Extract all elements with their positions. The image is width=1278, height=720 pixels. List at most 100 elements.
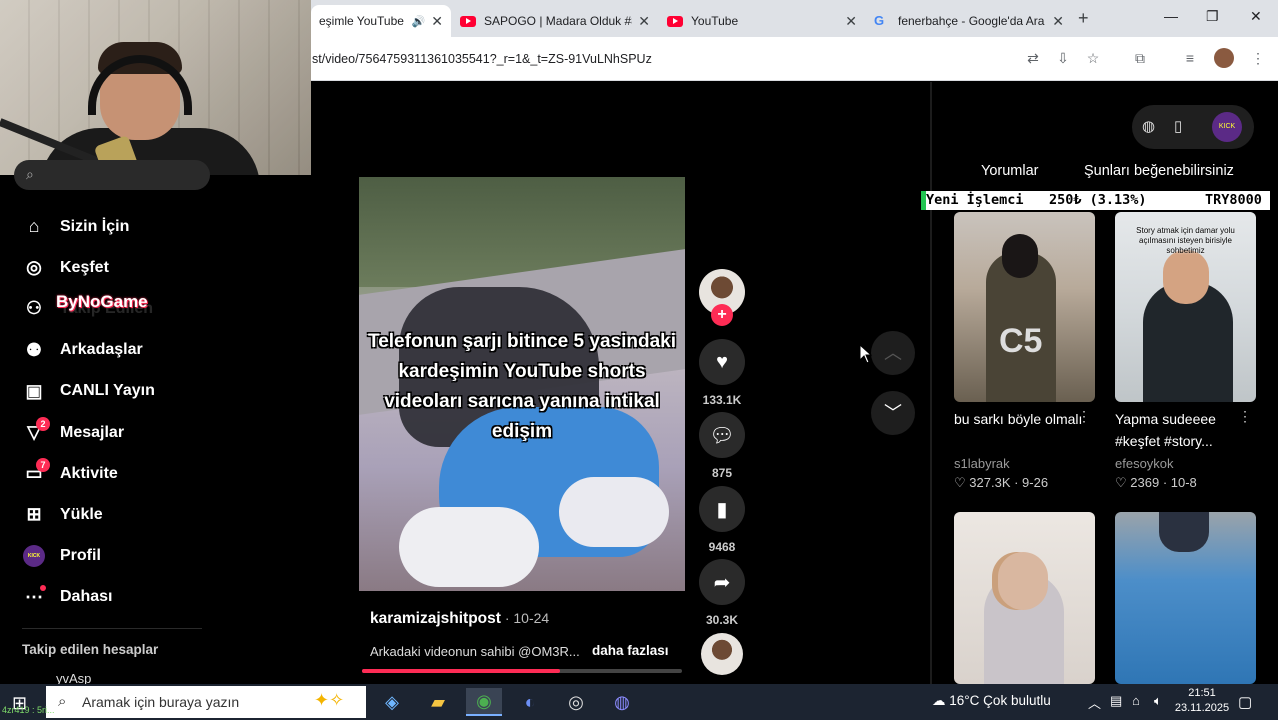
comment-action[interactable]: 💬︎ 875 (699, 412, 745, 480)
volume-icon[interactable]: 🔈︎ (1154, 693, 1162, 709)
bookmark-star-icon[interactable]: ☆ (1084, 49, 1102, 67)
notification-icon[interactable]: ▢ (1238, 693, 1252, 711)
tab-suggested[interactable]: Şunları beğenebilirsiniz (1084, 163, 1234, 179)
card-user[interactable]: efesoykok (1115, 456, 1256, 471)
file-explorer-icon[interactable]: ▰ (420, 688, 456, 716)
video-author[interactable]: karamizajshitpost · 10-24 (370, 610, 549, 628)
close-tab-icon[interactable]: ✕ (1052, 13, 1064, 30)
comment-icon[interactable]: 💬︎ (699, 412, 745, 458)
speaker-icon[interactable]: 🔊 (412, 15, 426, 28)
install-app-icon[interactable]: ⇩ (1054, 49, 1072, 67)
new-tab-icon[interactable]: + (1078, 8, 1089, 29)
following-accounts-title: Takip edilen hesaplar (22, 642, 159, 657)
save-action[interactable]: ▮ 9468 (699, 486, 745, 554)
tab-sapogo[interactable]: SAPOGO | Madara Olduk #8 ✕ (452, 5, 658, 37)
device-icon[interactable]: ▯ (1174, 117, 1182, 135)
music-avatar[interactable] (701, 633, 743, 675)
comment-count: 875 (711, 466, 733, 480)
bookmark-icon[interactable]: ▮ (699, 486, 745, 532)
sidebar-item-messages[interactable]: ▽ 2 Mesajlar (22, 412, 222, 453)
sidebar-item-more[interactable]: ⋯ Dahası (22, 577, 222, 618)
more-button[interactable]: daha fazlası (592, 643, 669, 658)
share-icon[interactable]: ➦ (699, 559, 745, 605)
previous-video-button[interactable]: ︿ (871, 331, 915, 375)
extensions-icon[interactable]: ⧉ (1131, 49, 1149, 67)
sidebar-item-activity[interactable]: ▭ 7 Aktivite (22, 453, 222, 494)
minimize-icon[interactable]: — (1164, 8, 1178, 24)
tab-active[interactable]: eşimle YouTube 🔊 ✕ (311, 5, 451, 37)
like-count: 133.1K (702, 393, 742, 407)
tab-comments[interactable]: Yorumlar (981, 163, 1039, 179)
tab-google[interactable]: G fenerbahçe - Google'da Ara ✕ (866, 5, 1072, 37)
like-action[interactable]: ♥ 133.1K (699, 339, 745, 407)
network-icon[interactable]: ⌂ (1132, 693, 1140, 708)
author-name[interactable]: karamizajshitpost (370, 610, 501, 627)
goal-amount: 250₺ (3.13%) (1049, 192, 1147, 208)
card-title: bu sarkı böyle olmalı (954, 411, 1083, 427)
sidebar-item-friends[interactable]: ⚉ Arkadaşlar (22, 330, 222, 371)
sidebar-item-upload[interactable]: ⊞ Yükle (22, 494, 222, 535)
app-icon[interactable]: ◐ (512, 688, 548, 716)
close-tab-icon[interactable]: ✕ (845, 13, 857, 30)
media-control-icon[interactable]: ≡ (1181, 49, 1199, 67)
sidebar-item-live[interactable]: ▣ CANLI Yayın (22, 371, 222, 412)
kebab-menu-icon[interactable]: ⋮ (1238, 408, 1252, 425)
close-tab-icon[interactable]: ✕ (431, 13, 443, 30)
video-figure-mascot (399, 507, 539, 587)
compass-icon[interactable]: ◍ (1142, 117, 1155, 135)
suggested-video-card[interactable]: Story atmak için damar yolu açılmasını i… (1115, 212, 1256, 491)
sidebar-item-profile[interactable]: KICK Profil (22, 536, 222, 577)
system-clock[interactable]: 21:51 23.11.2025 (1172, 686, 1232, 716)
restore-icon[interactable]: ❐ (1206, 8, 1219, 25)
translate-icon[interactable]: ⇄ (1024, 49, 1042, 67)
cloud-icon: ☁ (932, 693, 946, 708)
activity-badge: 7 (36, 457, 50, 472)
clock-time: 21:51 (1188, 687, 1216, 699)
google-icon: G (874, 13, 885, 28)
sidebar-item-explore[interactable]: ◎ Keşfet (22, 247, 222, 288)
menu-kebab-icon[interactable]: ⋮ (1249, 49, 1267, 67)
kebab-menu-icon[interactable]: ⋮ (1077, 408, 1091, 425)
upload-icon: ⊞ (26, 504, 42, 525)
follow-button[interactable]: + (711, 304, 733, 326)
thumb-figure-head (998, 552, 1048, 610)
meet-icon[interactable]: ▤ (1110, 693, 1122, 709)
taskbar-search-input[interactable]: ⌕ Aramak için buraya yazın ✦✧ (46, 686, 366, 718)
card-likes: 327.3K (969, 475, 1011, 490)
search-input[interactable]: ⌕ (14, 160, 210, 190)
profile-avatar[interactable]: KICK (1212, 112, 1242, 142)
chevron-up-icon[interactable]: ︿ (1088, 693, 1101, 712)
compass-icon: ◎ (26, 257, 42, 278)
tab-youtube[interactable]: YouTube ✕ (659, 5, 865, 37)
video-thumbnail[interactable] (954, 512, 1095, 684)
taskbar-search-placeholder: Aramak için buraya yazın (82, 694, 240, 710)
chrome-icon[interactable]: ◉ (466, 688, 502, 716)
heart-icon[interactable]: ♥ (699, 339, 745, 385)
goal-target: TRY8000 (1205, 192, 1262, 208)
sidebar-item-for-you[interactable]: ⌂ Sizin İçin (22, 206, 222, 247)
next-video-button[interactable]: ﹀ (871, 391, 915, 435)
suggested-video-card[interactable] (954, 512, 1095, 684)
video-thumbnail[interactable] (954, 212, 1095, 402)
discord-icon[interactable]: ◍ (604, 688, 640, 716)
obs-icon[interactable]: ◎ (558, 688, 594, 716)
suggested-video-card[interactable] (1115, 512, 1256, 684)
share-count: 30.3K (705, 613, 739, 627)
clock-date: 23.11.2025 (1174, 702, 1230, 714)
video-thumbnail[interactable]: Story atmak için damar yolu açılmasını i… (1115, 212, 1256, 402)
video-caption: Telefonun şarjı bitince 5 yasindaki kard… (368, 331, 676, 442)
copilot-icon[interactable]: ◈ (374, 688, 410, 716)
url-field[interactable]: st/video/7564759311361035541?_r=1&_t=ZS-… (312, 52, 652, 66)
live-icon: ▣ (25, 380, 43, 401)
weather-widget[interactable]: ☁ 16°C Çok bulutlu (932, 693, 1051, 709)
share-action[interactable]: ➦ 30.3K (699, 559, 745, 627)
card-user[interactable]: s1labyrak (954, 456, 1095, 471)
sidebar-item-label: Keşfet (60, 258, 109, 276)
video-thumbnail[interactable] (1115, 512, 1256, 684)
profile-avatar[interactable] (1214, 48, 1234, 68)
close-tab-icon[interactable]: ✕ (638, 13, 650, 30)
close-window-icon[interactable]: ✕ (1250, 8, 1262, 25)
video-progress-bar[interactable] (362, 669, 682, 673)
video-player[interactable]: Telefonun şarjı bitince 5 yasindaki kard… (359, 177, 685, 591)
suggested-video-card[interactable]: ⋮ bu sarkı böyle olmalı s1labyrak ♡ 327.… (954, 212, 1095, 491)
